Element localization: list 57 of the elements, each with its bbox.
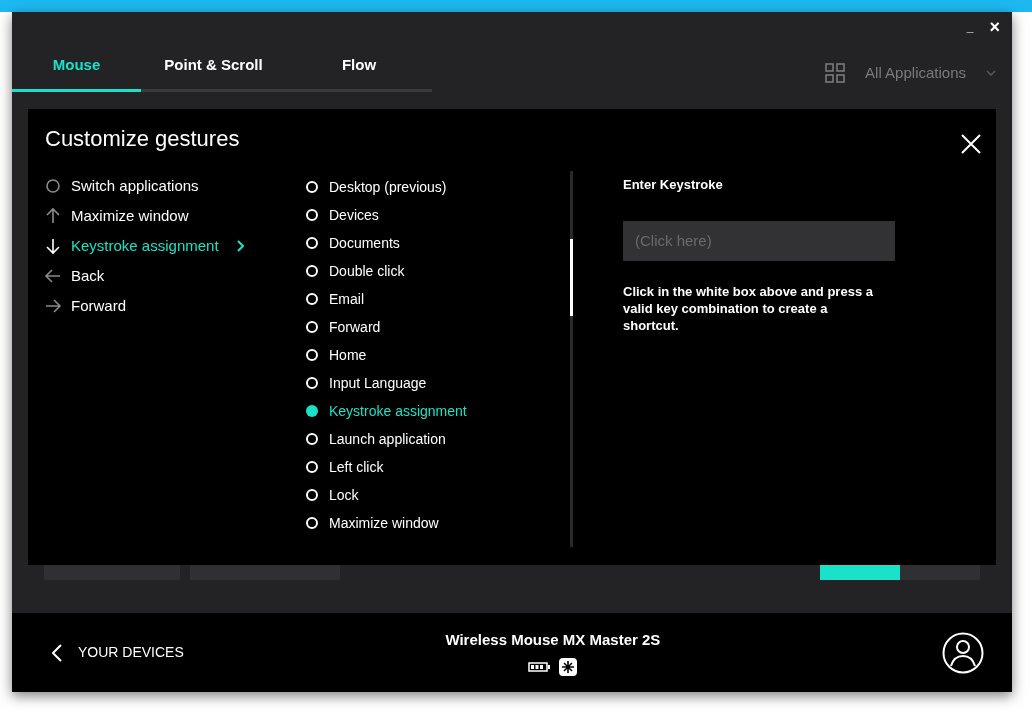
radio-button[interactable] bbox=[306, 237, 318, 249]
chevron-down-icon bbox=[986, 70, 996, 76]
receiver-icon bbox=[559, 657, 578, 676]
radio-button[interactable] bbox=[306, 489, 318, 501]
dialog-title: Customize gestures bbox=[45, 124, 240, 153]
radio-button[interactable] bbox=[306, 517, 318, 529]
tab[interactable]: Mouse bbox=[12, 42, 141, 92]
radio-button[interactable] bbox=[306, 349, 318, 361]
up-arrow-icon bbox=[44, 207, 62, 225]
keystroke-field[interactable]: (Click here) bbox=[623, 220, 895, 261]
left-arrow-icon bbox=[44, 267, 62, 285]
help-text: Click in the white box above and press a valid key combination to create a shortcut. bbox=[623, 282, 874, 334]
gesture-item[interactable]: Forward bbox=[44, 291, 305, 321]
action-option[interactable]: Double click bbox=[305, 257, 570, 285]
radio-button[interactable] bbox=[306, 461, 318, 473]
radio-button[interactable] bbox=[306, 405, 318, 417]
app-selector[interactable]: All Applications bbox=[825, 42, 1012, 92]
action-option[interactable]: Desktop (previous) bbox=[305, 173, 570, 201]
chevron-left-icon bbox=[52, 643, 62, 662]
action-option[interactable]: Home bbox=[305, 341, 570, 369]
action-option[interactable]: Launch application bbox=[305, 425, 570, 453]
keystroke-heading: Enter Keystroke bbox=[623, 176, 724, 194]
minimize-button[interactable]: _ bbox=[966, 21, 974, 33]
radio-button[interactable] bbox=[306, 293, 318, 305]
radio-button[interactable] bbox=[306, 321, 318, 333]
tab[interactable]: Flow bbox=[286, 42, 432, 92]
action-option[interactable]: Input Language bbox=[305, 369, 570, 397]
radio-button[interactable] bbox=[306, 433, 318, 445]
close-button[interactable]: × bbox=[989, 18, 1000, 36]
down-arrow-icon bbox=[44, 237, 62, 255]
action-option[interactable]: Lock bbox=[305, 481, 570, 509]
action-option[interactable]: Documents bbox=[305, 229, 570, 257]
action-option[interactable]: Forward bbox=[305, 313, 570, 341]
action-option[interactable]: Email bbox=[305, 285, 570, 313]
battery-icon bbox=[528, 661, 551, 672]
device-name: Wireless Mouse MX Master 2S bbox=[445, 630, 661, 651]
circle-icon bbox=[44, 177, 62, 195]
radio-button[interactable] bbox=[306, 209, 318, 221]
account-icon[interactable] bbox=[942, 631, 984, 674]
grid-icon bbox=[825, 63, 846, 83]
radio-button[interactable] bbox=[306, 181, 318, 193]
gesture-item[interactable]: Back bbox=[44, 261, 305, 291]
action-option[interactable]: Left click bbox=[305, 453, 570, 481]
action-option[interactable]: Keystroke assignment bbox=[305, 397, 570, 425]
action-option[interactable]: Maximize window bbox=[305, 509, 570, 537]
right-arrow-icon bbox=[44, 297, 62, 315]
radio-button[interactable] bbox=[306, 377, 318, 389]
chevron-right-icon bbox=[235, 240, 244, 252]
gesture-item[interactable]: Maximize window bbox=[44, 201, 305, 231]
action-option[interactable]: Devices bbox=[305, 201, 570, 229]
close-icon[interactable] bbox=[960, 133, 982, 155]
scrollbar-thumb[interactable] bbox=[570, 239, 573, 316]
gesture-item[interactable]: Keystroke assignment bbox=[44, 231, 305, 261]
your-devices-link[interactable]: YOUR DEVICES bbox=[52, 642, 184, 663]
gesture-item[interactable]: Switch applications bbox=[44, 171, 305, 201]
radio-button[interactable] bbox=[306, 265, 318, 277]
tab[interactable]: Point & Scroll bbox=[141, 42, 286, 92]
